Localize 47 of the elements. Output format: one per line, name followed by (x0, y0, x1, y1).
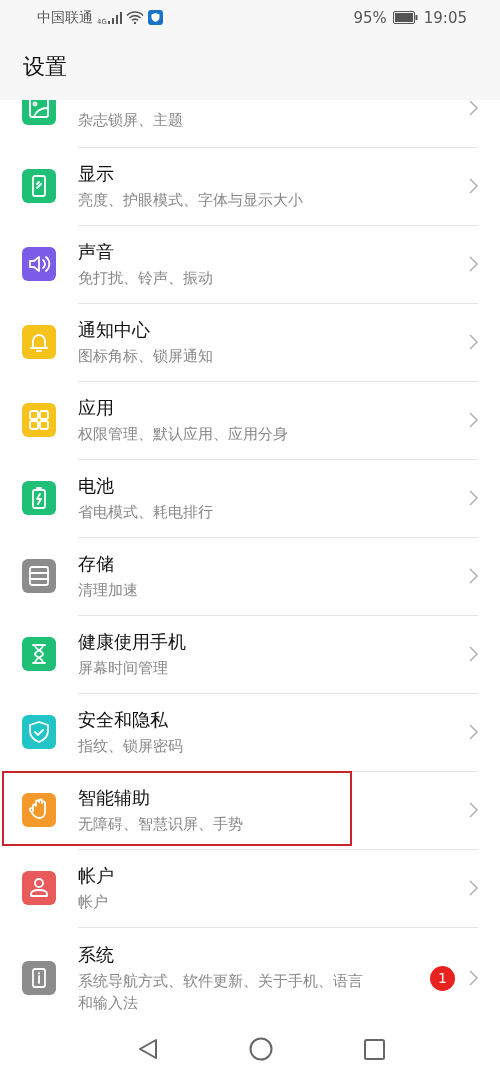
shield-icon (147, 10, 163, 25)
chevron-icon[interactable] (469, 646, 478, 662)
setting-subtitle: 免打扰、铃声、振动 (78, 267, 214, 289)
setting-subtitle: 省电模式、耗电排行 (78, 501, 214, 523)
setting-subtitle: 图标角标、锁屏通知 (78, 345, 214, 367)
chevron-icon[interactable] (469, 970, 478, 986)
setting-subtitle: 清理加速 (78, 579, 139, 601)
setting-title: 显示 (78, 161, 115, 186)
chevron-icon[interactable] (469, 490, 478, 506)
battery-percent: 95% (353, 8, 387, 27)
chevron-icon[interactable] (469, 724, 478, 740)
home-icon[interactable] (248, 1037, 273, 1061)
setting-title: 存储 (78, 551, 115, 576)
setting-title: 智能辅助 (78, 785, 151, 810)
chevron-icon[interactable] (469, 100, 478, 116)
chevron-icon[interactable] (469, 178, 478, 194)
setting-subtitle: 系统导航方式、软件更新、关于手机、语言和输入法 (78, 970, 364, 1014)
page-title: 设置 (23, 52, 67, 81)
setting-title: 通知中心 (78, 317, 151, 342)
setting-title: 应用 (78, 395, 115, 420)
setting-title: 健康使用手机 (78, 629, 187, 654)
chevron-icon[interactable] (469, 568, 478, 584)
signal-icon (107, 11, 122, 24)
setting-subtitle: 屏幕时间管理 (78, 657, 169, 679)
setting-subtitle: 亮度、护眼模式、字体与显示大小 (78, 189, 304, 211)
setting-subtitle: 无障碍、智慧识屏、手势 (78, 813, 244, 835)
chevron-icon[interactable] (469, 880, 478, 896)
setting-subtitle: 权限管理、默认应用、应用分身 (78, 423, 289, 445)
setting-title: 声音 (78, 239, 115, 264)
chevron-icon[interactable] (469, 412, 478, 428)
wifi-icon (125, 11, 144, 24)
recents-icon[interactable] (363, 1038, 385, 1060)
back-icon[interactable] (137, 1038, 158, 1060)
setting-subtitle: 指纹、锁屏密码 (78, 735, 184, 757)
chevron-icon[interactable] (469, 256, 478, 272)
setting-subtitle: 杂志锁屏、主题 (78, 110, 184, 131)
notification-badge: 1 (430, 965, 455, 991)
carrier-name: 中国联通 (37, 8, 93, 27)
setting-title: 电池 (78, 473, 115, 498)
setting-title: 安全和隐私 (78, 707, 169, 732)
setting-title: 系统 (78, 942, 115, 967)
chevron-icon[interactable] (469, 802, 478, 818)
clock: 19:05 (423, 8, 467, 27)
chevron-icon[interactable] (469, 334, 478, 350)
setting-subtitle: 帐户 (78, 891, 109, 913)
battery-icon (392, 11, 418, 24)
setting-title: 帐户 (78, 863, 115, 888)
